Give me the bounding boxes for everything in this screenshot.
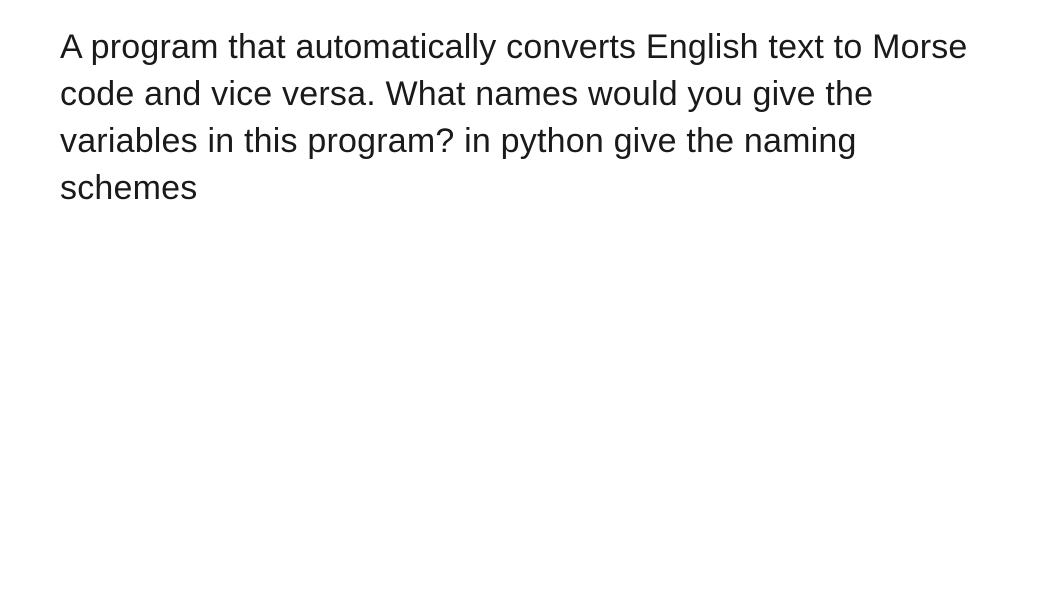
question-text: A program that automatically converts En…: [60, 24, 999, 212]
